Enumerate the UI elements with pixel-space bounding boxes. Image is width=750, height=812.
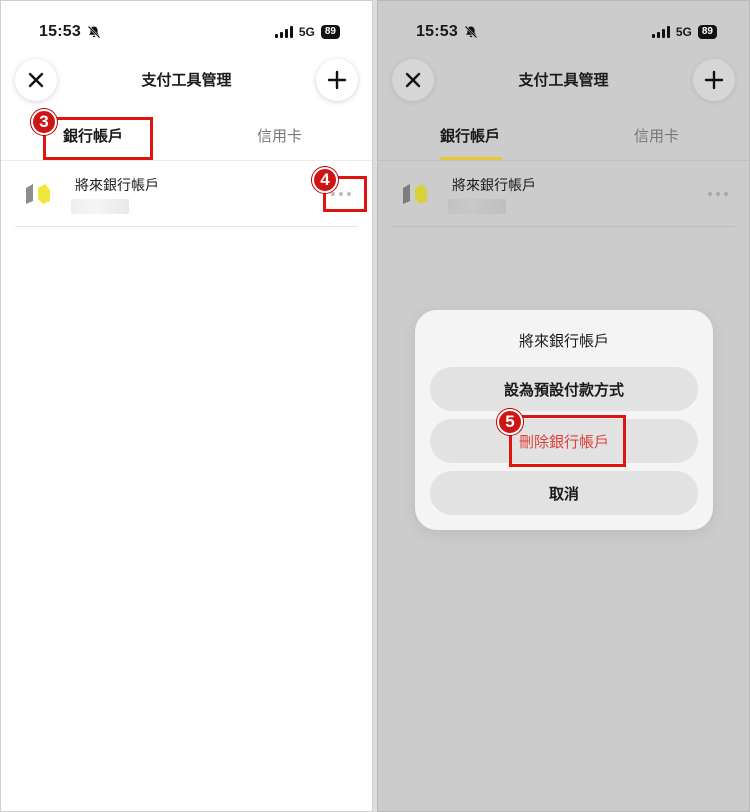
step-marker-4: 4 [312,167,338,193]
account-name: 將來銀行帳戶 [75,178,159,194]
bell-muted-icon [87,25,101,39]
more-dots-icon [331,192,335,196]
status-time: 15:53 [416,23,458,40]
account-name: 將來銀行帳戶 [452,178,536,194]
status-bar: 15:53 5G 89 [416,21,717,43]
tab-credit-card[interactable]: 信用卡 [634,125,679,146]
step-marker-3: 3 [31,109,57,135]
active-tab-indicator [440,157,502,160]
page-title: 支付工具管理 [141,71,232,89]
phone-screen-left: 15:53 5G 89 支付工具管理 銀行帳戶 信用卡 將來銀行帳戶 3 4 [0,0,373,812]
tab-credit-card[interactable]: 信用卡 [257,125,302,146]
navigation-bar: 支付工具管理 [13,59,360,101]
battery-badge: 89 [697,25,717,39]
navigation-bar: 支付工具管理 [390,59,737,101]
plus-icon [704,70,724,90]
status-time: 15:53 [39,23,81,40]
tab-bank-account[interactable]: 銀行帳戶 [63,125,123,146]
tab-bank-account[interactable]: 銀行帳戶 [440,125,500,146]
phone-screen-right: 15:53 5G 89 支付工具管理 銀行帳戶 信用卡 將來銀行帳戶 將來銀行帳… [377,0,750,812]
set-default-payment-button[interactable]: 設為預設付款方式 [430,367,698,411]
list-item[interactable]: 將來銀行帳戶 [15,165,358,227]
more-dots-icon [708,192,712,196]
add-button[interactable] [693,59,735,101]
plus-icon [327,70,347,90]
status-bar: 15:53 5G 89 [39,21,340,43]
masked-account-number [448,199,506,214]
page-title: 支付工具管理 [518,71,609,89]
more-options-button[interactable] [705,187,731,201]
network-type: 5G [298,25,315,39]
step-marker-5: 5 [497,409,523,435]
signal-icon [274,26,293,38]
delete-bank-account-button[interactable]: 刪除銀行帳戶 [430,419,698,463]
bank-logo-icon [403,184,427,204]
battery-badge: 89 [320,25,340,39]
tab-bar: 銀行帳戶 信用卡 [378,113,749,161]
list-item[interactable]: 將來銀行帳戶 [392,165,735,227]
action-sheet: 將來銀行帳戶 設為預設付款方式 刪除銀行帳戶 取消 [415,310,713,530]
action-sheet-title: 將來銀行帳戶 [518,332,609,350]
network-type: 5G [675,25,692,39]
add-button[interactable] [316,59,358,101]
bell-muted-icon [464,25,478,39]
cancel-button[interactable]: 取消 [430,471,698,515]
masked-account-number [71,199,129,214]
bank-logo-icon [26,184,50,204]
signal-icon [651,26,670,38]
